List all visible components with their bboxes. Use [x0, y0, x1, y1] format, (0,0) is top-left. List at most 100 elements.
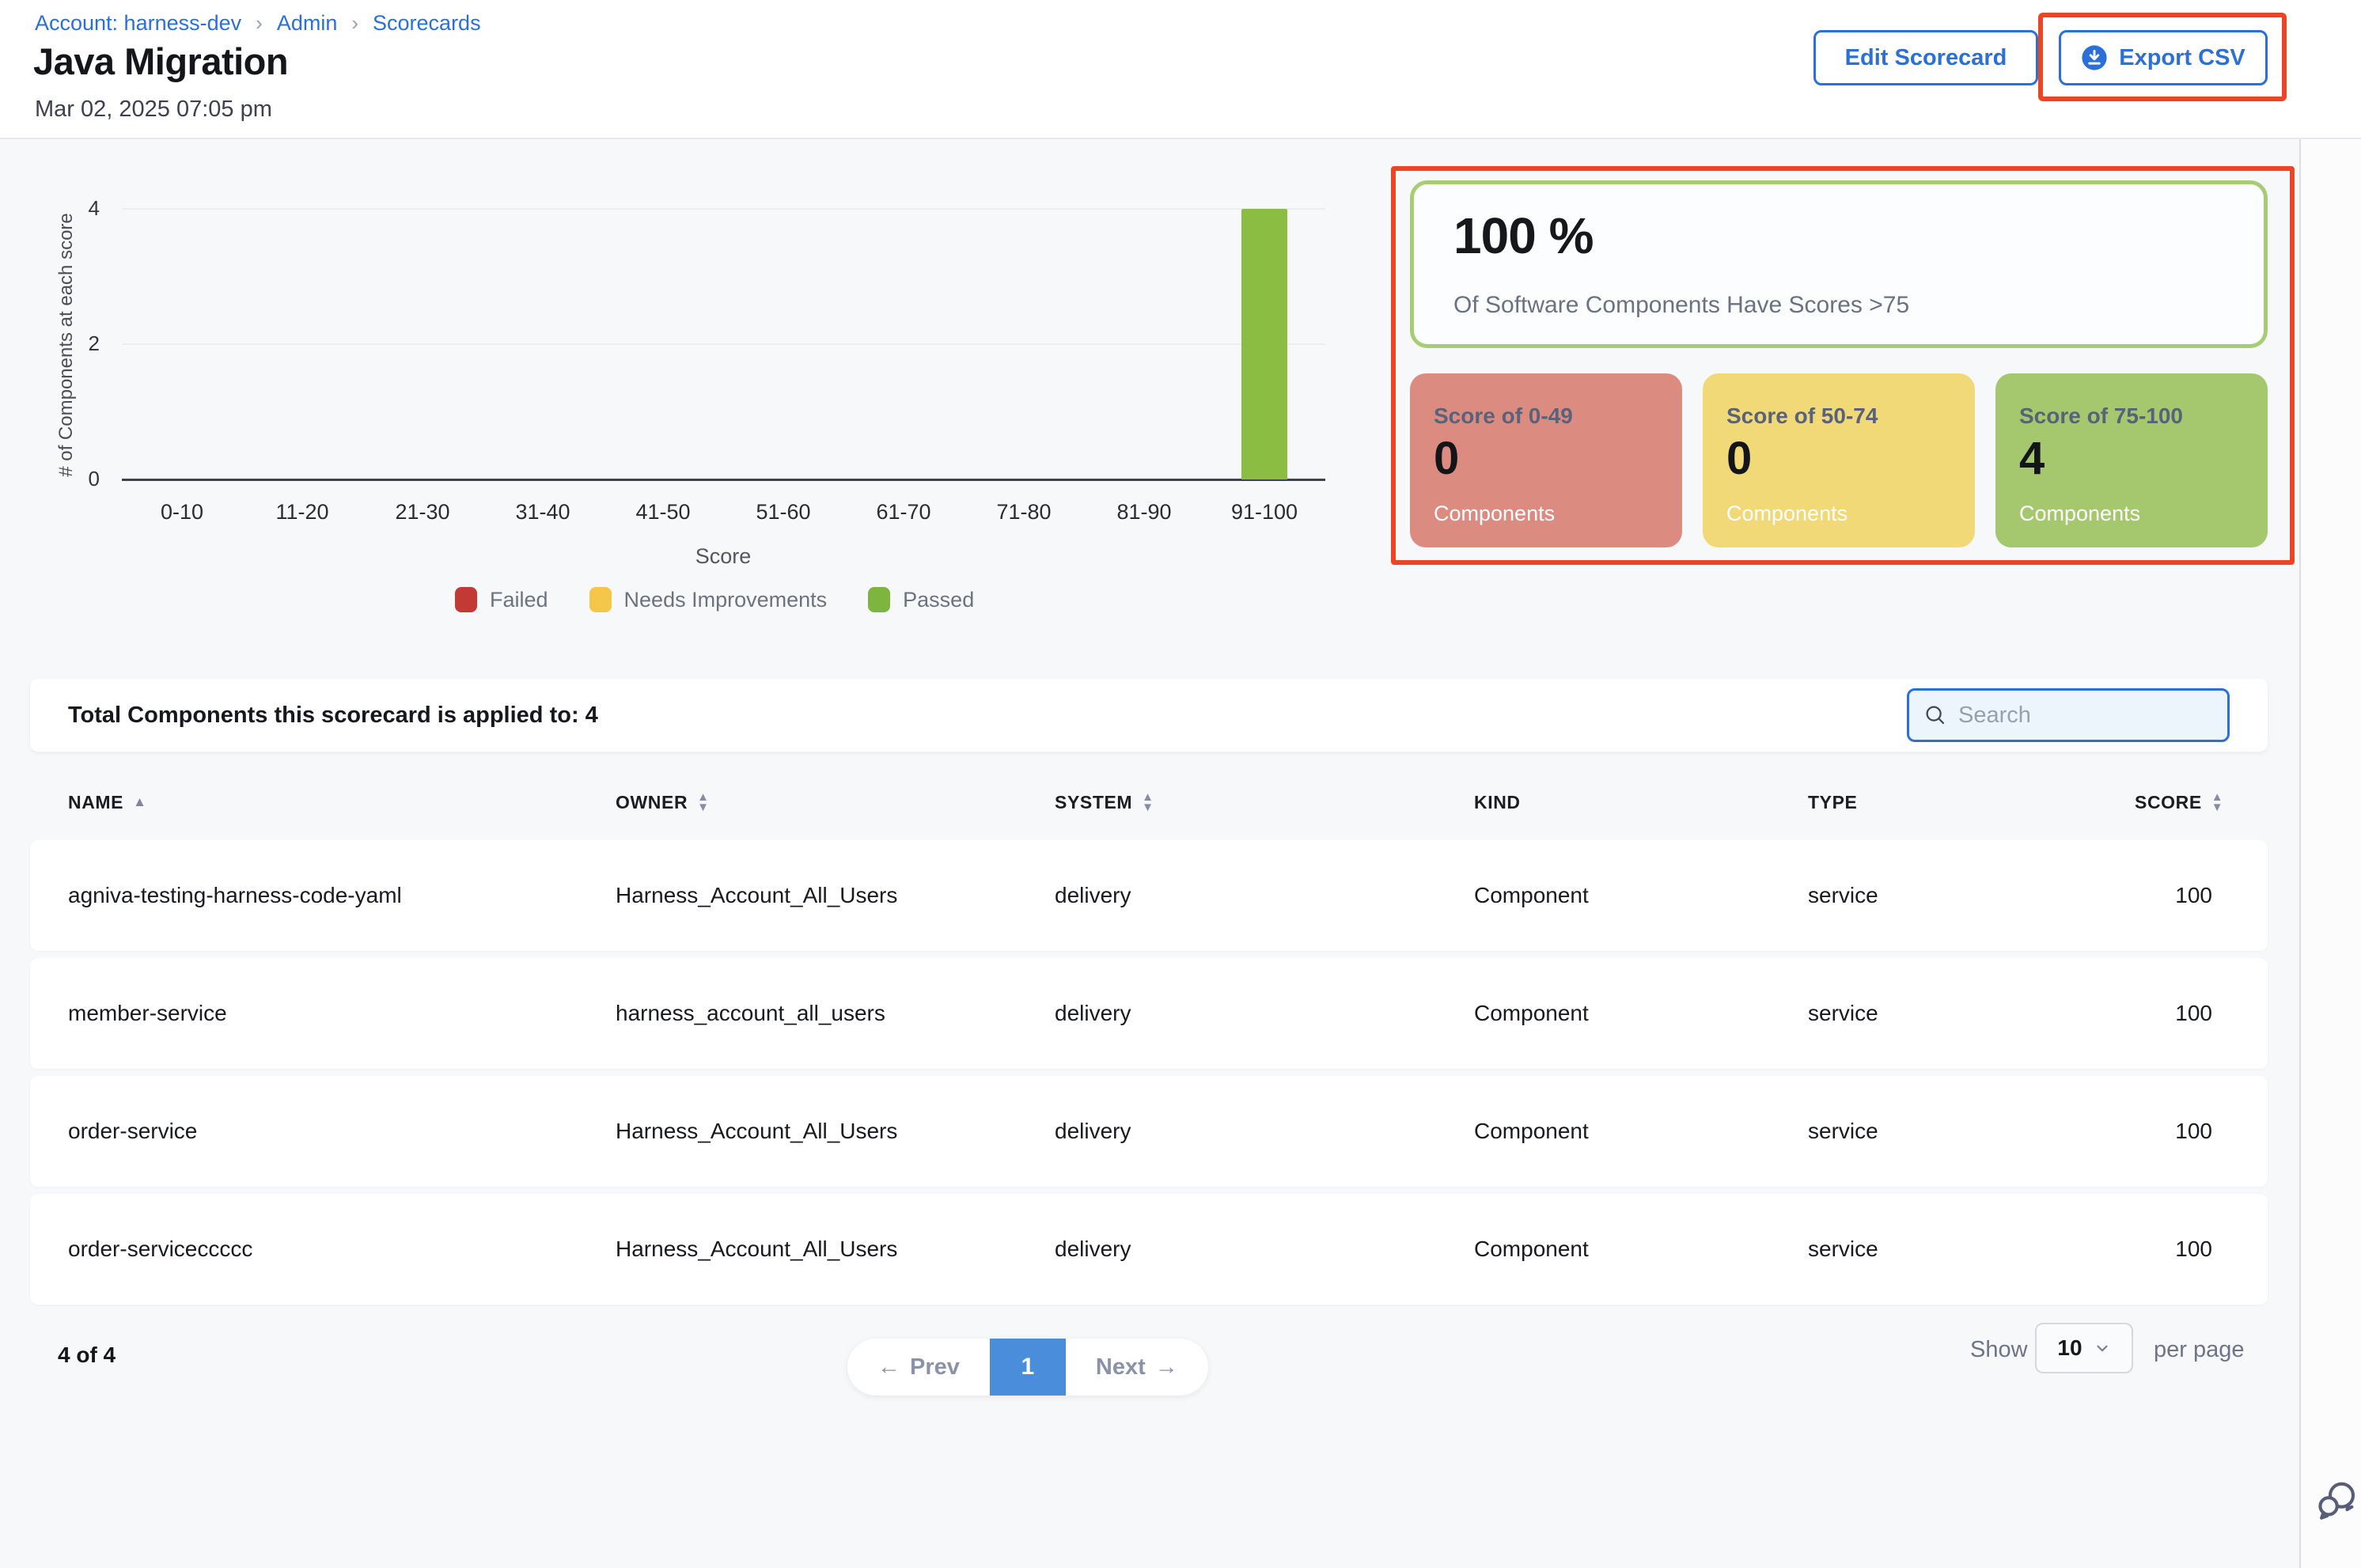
column-header-owner[interactable]: OWNER ▲▼ [616, 792, 1055, 813]
show-label: Show [1970, 1337, 2028, 1363]
legend-swatch-icon [868, 587, 890, 612]
chat-support-button[interactable] [2314, 1478, 2359, 1524]
breadcrumb-separator: › [351, 11, 358, 36]
chart-gridline [122, 208, 1325, 210]
breadcrumb-link[interactable]: Scorecards [373, 11, 481, 36]
table-header-row: NAME ▲ OWNER ▲▼ SYSTEM▲▼KINDTYPE SCORE ▲▼ [30, 780, 2268, 824]
legend-swatch-icon [455, 587, 477, 612]
legend-item-needs-improvements[interactable]: Needs Improvements [589, 587, 828, 612]
chart-x-axis-line [122, 479, 1325, 481]
column-header-type[interactable]: TYPE [1808, 792, 2135, 813]
table-row[interactable]: agniva-testing-harness-code-yamlHarness_… [30, 840, 2268, 951]
x-axis-label: 0-10 [161, 500, 203, 525]
legend-label: Needs Improvements [624, 588, 828, 612]
y-axis-tick: 0 [47, 467, 100, 491]
x-axis-label: 81-90 [1116, 500, 1171, 525]
table-cell: 100 [2135, 1001, 2268, 1026]
table-row[interactable]: order-servicecccccHarness_Account_All_Us… [30, 1194, 2268, 1305]
score-range-card: Score of 50-74 0 Components [1703, 373, 1975, 547]
score-card-caption: Components [2019, 502, 2140, 526]
edit-scorecard-label: Edit Scorecard [1845, 45, 2007, 71]
edit-scorecard-button[interactable]: Edit Scorecard [1813, 30, 2038, 85]
legend-item-failed[interactable]: Failed [455, 587, 548, 612]
table-cell: agniva-testing-harness-code-yaml [68, 883, 616, 908]
search-input[interactable] [1958, 703, 2257, 729]
score-card-value: 4 [2019, 432, 2045, 485]
column-header-label: SCORE [2135, 792, 2202, 813]
chart-legend: Failed Needs Improvements Passed [455, 587, 974, 612]
score-card-title: Score of 0-49 [1434, 403, 1573, 429]
score-range-cards: Score of 0-490Components Score of 50-74 0 C… [1410, 373, 2268, 547]
column-header-system[interactable]: SYSTEM▲▼ [1055, 792, 1474, 813]
x-axis-label: 31-40 [515, 500, 570, 525]
breadcrumb-separator: › [256, 11, 263, 36]
page-header: Account: harness-dev › Admin › Scorecards Ja… [0, 0, 2361, 139]
prev-page-button[interactable]: ← Prev [847, 1339, 990, 1396]
column-header-kind[interactable]: KIND [1474, 792, 1808, 813]
score-card-caption: Components [1726, 502, 1847, 526]
score-card-title: Score of 50-74 [1726, 403, 1878, 429]
column-header-label: NAME [68, 792, 123, 813]
arrow-right-icon: → [1155, 1354, 1178, 1381]
legend-item-passed[interactable]: Passed [868, 587, 974, 612]
x-axis-label: 41-50 [635, 500, 690, 525]
components-table: agniva-testing-harness-code-yaml Harness_… [30, 840, 2268, 1312]
export-csv-label: Export CSV [2119, 45, 2245, 71]
table-row[interactable]: member-serviceharness_account_all_usersd… [30, 958, 2268, 1069]
download-icon [2081, 44, 2108, 71]
x-axis-label: 71-80 [996, 500, 1051, 525]
scrollbar-gutter-line [2299, 0, 2301, 1568]
chevron-down-icon [2094, 1339, 2111, 1357]
table-cell: delivery [1055, 1237, 1474, 1262]
table-cell: delivery [1055, 883, 1474, 908]
search-icon [1923, 703, 1947, 727]
page-size-select[interactable]: 10 [2035, 1323, 2133, 1373]
sort-icon: ▲▼ [2211, 792, 2223, 812]
headline-caption: Of Software Components Have Scores >75 [1453, 292, 1909, 319]
table-cell: Component [1474, 883, 1808, 908]
legend-label: Failed [490, 588, 548, 612]
export-csv-button[interactable]: Export CSV [2059, 30, 2268, 85]
components-toolbar: Total Components this scorecard is appli… [30, 679, 2268, 752]
sort-icon: ▲▼ [697, 792, 709, 812]
breadcrumb-link[interactable]: Account: harness-dev [35, 11, 241, 36]
table-cell: 100 [2135, 883, 2268, 908]
column-header-label: SYSTEM [1055, 792, 1132, 813]
table-cell: 100 [2135, 1119, 2268, 1144]
table-row[interactable]: order-serviceHarness_Account_All_Usersde… [30, 1076, 2268, 1187]
arrow-left-icon: ← [877, 1354, 900, 1381]
score-card-title: Score of 75-100 [2019, 403, 2183, 429]
table-cell: service [1808, 1001, 2135, 1026]
table-cell: Harness_Account_All_Users [616, 1237, 1055, 1262]
chart-gridline [122, 343, 1325, 345]
scorecard-timestamp: Mar 02, 2025 07:05 pm [35, 97, 272, 123]
page-title: Java Migration [33, 40, 288, 83]
next-page-button[interactable]: Next → [1066, 1339, 1208, 1396]
x-axis-label: 51-60 [756, 500, 810, 525]
breadcrumb-link[interactable]: Admin [277, 11, 338, 36]
page-number-button[interactable]: 1 [990, 1339, 1066, 1396]
chart-x-axis-title: Score [695, 544, 752, 569]
table-cell: order-serviceccccc [68, 1237, 616, 1262]
table-cell: member-service [68, 1001, 616, 1026]
sort-ascending-icon: ▲ [133, 794, 146, 810]
column-header-label: TYPE [1808, 792, 1857, 813]
column-header-score[interactable]: SCORE ▲▼ [2135, 792, 2274, 813]
table-cell: Component [1474, 1237, 1808, 1262]
column-header-label: OWNER [616, 792, 688, 813]
x-axis-label: 61-70 [876, 500, 930, 525]
bar-91-100[interactable] [1241, 209, 1287, 479]
x-axis-label: 91-100 [1231, 500, 1298, 525]
score-card-value: 0 [1726, 432, 1752, 485]
score-range-card: Score of 75-100 4 Components [1995, 373, 2268, 547]
y-axis-tick: 4 [47, 196, 100, 221]
y-axis-tick: 2 [47, 331, 100, 356]
table-cell: Component [1474, 1119, 1808, 1144]
legend-swatch-icon [589, 587, 612, 612]
per-page-label: per page [2154, 1337, 2245, 1363]
chat-bubbles-icon [2314, 1478, 2359, 1524]
table-cell: service [1808, 1237, 2135, 1262]
search-box [1907, 688, 2230, 742]
score-range-card: Score of 0-490Components [1410, 373, 1682, 547]
column-header-name[interactable]: NAME ▲ [68, 792, 616, 813]
